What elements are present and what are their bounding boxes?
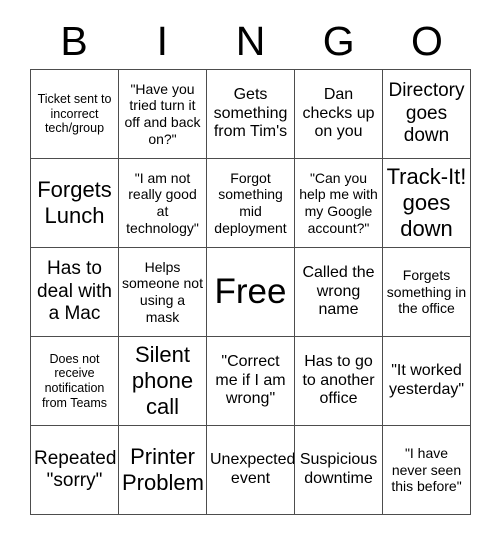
bingo-cell-label: Ticket sent to incorrect tech/group — [37, 91, 112, 136]
bingo-grid: Ticket sent to incorrect tech/group "Have… — [30, 69, 471, 515]
bingo-cell-label: Has to go to another office — [302, 352, 375, 408]
bingo-header-row: BINGO — [30, 14, 471, 69]
bingo-cell-label: Printer Problem — [122, 444, 204, 495]
bingo-header-letter-n: N — [235, 18, 266, 64]
bingo-cell-label: Called the wrong name — [302, 263, 375, 319]
bingo-cell-n5[interactable]: Unexpected event — [207, 426, 295, 515]
bingo-cell-label: "Correct me if I am wrong" — [215, 352, 286, 408]
bingo-cell-free[interactable]: Free — [207, 248, 295, 337]
bingo-cell-i4[interactable]: Silent phone call — [119, 337, 207, 426]
bingo-cell-b4[interactable]: Does not receive notification from Teams — [31, 337, 119, 426]
bingo-cell-i3[interactable]: Helps someone not using a mask — [119, 248, 207, 337]
bingo-cell-b3[interactable]: Has to deal with a Mac — [31, 248, 119, 337]
bingo-cell-g1[interactable]: Dan checks up on you — [295, 70, 383, 159]
bingo-header-letter-i: I — [156, 18, 168, 64]
bingo-cell-label: Free — [214, 272, 287, 312]
bingo-cell-label: "I have never seen this before" — [391, 445, 462, 495]
bingo-cell-label: Dan checks up on you — [302, 85, 375, 141]
bingo-cell-o1[interactable]: Directory goes down — [383, 70, 471, 159]
bingo-cell-g5[interactable]: Suspicious downtime — [295, 426, 383, 515]
bingo-cell-label: Forgets Lunch — [37, 177, 112, 228]
bingo-cell-g2[interactable]: "Can you help me with my Google account?… — [295, 159, 383, 248]
bingo-header-letter-o: O — [410, 18, 443, 64]
bingo-cell-label: Suspicious downtime — [299, 451, 378, 487]
bingo-cell-label: "Have you tried turn it off and back on?… — [124, 80, 201, 147]
bingo-cell-n1[interactable]: Gets something from Tim's — [207, 70, 295, 159]
bingo-header-letter-b: B — [60, 18, 88, 64]
bingo-cell-i5[interactable]: Printer Problem — [119, 426, 207, 515]
bingo-cell-label: Directory goes down — [388, 80, 465, 147]
bingo-cell-label: Track-It! goes down — [386, 164, 467, 241]
bingo-cell-label: Has to deal with a Mac — [37, 258, 112, 325]
bingo-card: B I N G O Ticket sent to incorrect tech/grou… — [0, 0, 500, 544]
bingo-header-letter-g: G — [322, 18, 355, 64]
bingo-cell-o4[interactable]: "It worked yesterday" — [383, 337, 471, 426]
bingo-cell-label: Forgets something in the office — [386, 267, 467, 317]
bingo-cell-o3[interactable]: Forgets something in the office — [383, 248, 471, 337]
bingo-cell-label: "It worked yesterday" — [388, 362, 465, 398]
bingo-cell-n4[interactable]: "Correct me if I am wrong" — [207, 337, 295, 426]
bingo-cell-n2[interactable]: Forgot something mid deployment — [207, 159, 295, 248]
bingo-cell-b5[interactable]: Repeated "sorry" — [31, 426, 119, 515]
bingo-cell-label: "Can you help me with my Google account?… — [299, 169, 378, 236]
bingo-cell-label: Unexpected event — [210, 451, 295, 487]
bingo-cell-label: Gets something from Tim's — [213, 85, 288, 141]
bingo-cell-o2[interactable]: Track-It! goes down — [383, 159, 471, 248]
bingo-cell-g4[interactable]: Has to go to another office — [295, 337, 383, 426]
bingo-cell-b2[interactable]: Forgets Lunch — [31, 159, 119, 248]
bingo-cell-label: Helps someone not using a mask — [122, 258, 203, 325]
bingo-cell-i1[interactable]: "Have you tried turn it off and back on?… — [119, 70, 207, 159]
bingo-cell-b1[interactable]: Ticket sent to incorrect tech/group — [31, 70, 119, 159]
bingo-cell-g3[interactable]: Called the wrong name — [295, 248, 383, 337]
bingo-cell-label: Silent phone call — [131, 342, 194, 419]
bingo-cell-o5[interactable]: "I have never seen this before" — [383, 426, 471, 515]
bingo-cell-label: "I am not really good at technology" — [126, 169, 199, 236]
bingo-cell-label: Does not receive notification from Teams — [41, 351, 108, 410]
bingo-cell-label: Repeated "sorry" — [34, 447, 117, 491]
bingo-cell-label: Forgot something mid deployment — [214, 169, 287, 236]
bingo-cell-i2[interactable]: "I am not really good at technology" — [119, 159, 207, 248]
